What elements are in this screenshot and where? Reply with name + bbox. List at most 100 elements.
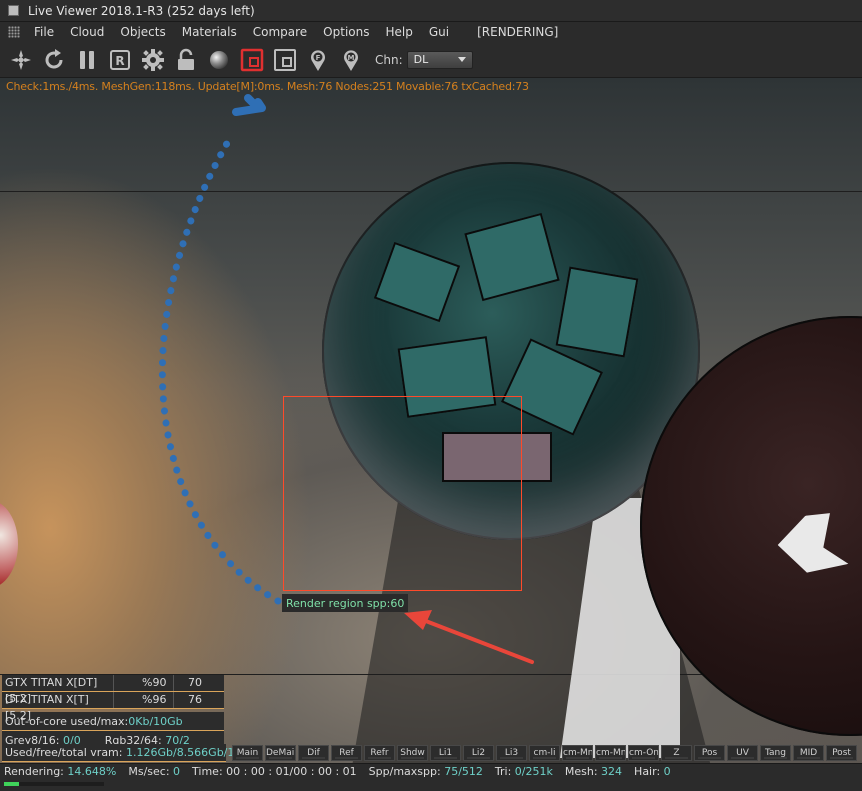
pass-tab-pos[interactable]: Pos <box>694 745 725 761</box>
pass-tab-cm-li[interactable]: cm-li <box>529 745 560 761</box>
restart-icon <box>45 48 63 68</box>
out-of-core-label: Out-of-core used/max: <box>5 714 129 728</box>
time-value: 00 : 00 : 01/00 : 00 : 01 <box>226 765 357 778</box>
pass-tab-li1[interactable]: Li1 <box>430 745 461 761</box>
r-icon: R <box>110 49 130 70</box>
render-progress-bar <box>4 782 104 786</box>
svg-text:R: R <box>115 54 124 68</box>
channel-label: Chn: <box>375 52 403 67</box>
render-settings-button[interactable] <box>6 45 36 75</box>
hair-value: 0 <box>663 765 671 778</box>
pass-tab-cm-mn-2[interactable]: cm-Mn <box>595 745 626 761</box>
focus-picker-button[interactable]: F <box>303 45 333 75</box>
render-region-button[interactable] <box>237 45 267 75</box>
channel-select[interactable]: DL <box>406 50 473 69</box>
pass-tab-uv[interactable]: UV <box>727 745 758 761</box>
time-label: Time: <box>192 765 223 778</box>
status-text: Rendering: 14.648% Ms/sec: 0 Time: 00 : … <box>4 765 683 778</box>
mssec-label: Ms/sec: <box>128 765 170 778</box>
title-bar: Live Viewer 2018.1-R3 (252 days left) <box>0 0 862 22</box>
rendering-label: Rendering: <box>4 765 64 778</box>
render-viewport[interactable]: Check:1ms./4ms. MeshGen:118ms. Update[M]… <box>0 78 862 763</box>
render-pass-tabs: Main DeMain Dif Ref Refr Shdw Li1 Li2 Li… <box>232 745 859 761</box>
svg-text:M: M <box>348 54 355 62</box>
vram-label: Used/free/total vram: <box>5 746 123 759</box>
gpu-load: %96 <box>114 692 174 708</box>
pass-tab-tang[interactable]: Tang <box>760 745 791 761</box>
pass-tab-dif[interactable]: Dif <box>298 745 329 761</box>
red-arrow-shaft <box>416 616 534 664</box>
menu-file[interactable]: File <box>26 25 62 39</box>
pass-tab-ref[interactable]: Ref <box>331 745 362 761</box>
pass-tab-cm-on[interactable]: cm-On <box>628 745 659 761</box>
lock-icon <box>178 48 194 70</box>
menu-help[interactable]: Help <box>377 25 420 39</box>
r-button[interactable]: R <box>105 45 135 75</box>
gear-icon <box>142 48 164 71</box>
pass-tab-cm-mn-1[interactable]: cm-Mn <box>562 745 593 761</box>
pause-button[interactable] <box>72 45 102 75</box>
gpu-name: GTX TITAN X[T][5.2] <box>2 692 114 722</box>
hair-label: Hair: <box>634 765 661 778</box>
pass-tab-shdw[interactable]: Shdw <box>397 745 428 761</box>
gpu-load: %90 <box>114 675 174 691</box>
menu-materials[interactable]: Materials <box>174 25 245 39</box>
tri-label: Tri: <box>494 765 512 778</box>
blue-dotted-arc <box>158 134 282 605</box>
material-pin-icon: M <box>344 49 358 71</box>
spp-label: Spp/maxspp: <box>368 765 441 778</box>
menu-objects[interactable]: Objects <box>112 25 173 39</box>
menu-options[interactable]: Options <box>315 25 377 39</box>
app-icon <box>8 5 19 16</box>
focus-pin-icon: F <box>311 49 325 71</box>
gpu-row[interactable]: GTX TITAN X[DT][5.2] %90 70 <box>2 675 224 705</box>
menu-cloud[interactable]: Cloud <box>62 25 112 39</box>
pass-tab-z[interactable]: Z <box>661 745 692 761</box>
lock-button[interactable] <box>171 45 201 75</box>
pass-tab-demain[interactable]: DeMain <box>265 745 296 761</box>
gpu-name: GTX TITAN X[DT][5.2] <box>2 675 114 705</box>
channel-value: DL <box>413 53 429 66</box>
blue-arrowhead <box>232 94 266 116</box>
spp-value: 75/512 <box>444 765 483 778</box>
film-region-icon <box>274 48 296 71</box>
pass-tab-li2[interactable]: Li2 <box>463 745 494 761</box>
pause-icon <box>80 50 94 69</box>
grip-icon[interactable] <box>8 26 20 38</box>
pass-tab-post[interactable]: Post <box>826 745 857 761</box>
menu-compare[interactable]: Compare <box>245 25 315 39</box>
mssec-value: 0 <box>173 765 181 778</box>
annotation-layer <box>158 94 534 664</box>
gpu-temp: 76 <box>188 693 202 706</box>
gpu-row[interactable]: GTX TITAN X[T][5.2] %96 76 <box>2 692 224 722</box>
material-picker-button[interactable]: M <box>336 45 366 75</box>
svg-text:F: F <box>316 54 321 62</box>
pass-tab-main[interactable]: Main <box>232 745 263 761</box>
chevron-down-icon <box>457 57 466 62</box>
gpu-panel: GTX TITAN X[DT][5.2] %90 70 GTX TITAN X[… <box>2 675 224 750</box>
pass-tab-mid[interactable]: MID <box>793 745 824 761</box>
vram-row: Used/free/total vram: 1.126Gb/8.566Gb/12… <box>2 744 257 762</box>
mesh-value: 324 <box>601 765 623 778</box>
render-region-icon <box>240 48 264 71</box>
material-sphere-icon <box>210 50 228 69</box>
menu-bar: File Cloud Objects Materials Compare Opt… <box>0 22 862 42</box>
status-bar: Rendering: 14.648% Ms/sec: 0 Time: 00 : … <box>0 763 862 791</box>
film-region-button[interactable] <box>270 45 300 75</box>
toolbar: R F M Chn: DL <box>0 42 862 78</box>
out-of-core-row: Out-of-core used/max: 0Kb/10Gb <box>2 712 224 731</box>
mesh-label: Mesh: <box>564 765 598 778</box>
render-status: [RENDERING] <box>477 25 559 39</box>
menu-gui[interactable]: Gui <box>421 25 457 39</box>
gpu-temp: 70 <box>188 676 202 689</box>
out-of-core-value: 0Kb/10Gb <box>128 714 183 728</box>
render-progress-fill <box>4 782 19 786</box>
tri-value: 0/251k <box>514 765 553 778</box>
settings-button[interactable] <box>138 45 168 75</box>
restart-button[interactable] <box>39 45 69 75</box>
pass-tab-li3[interactable]: Li3 <box>496 745 527 761</box>
pass-tab-refr[interactable]: Refr <box>364 745 395 761</box>
window-title: Live Viewer 2018.1-R3 (252 days left) <box>28 3 255 18</box>
render-settings-icon <box>11 49 31 70</box>
material-preview-button[interactable] <box>204 45 234 75</box>
